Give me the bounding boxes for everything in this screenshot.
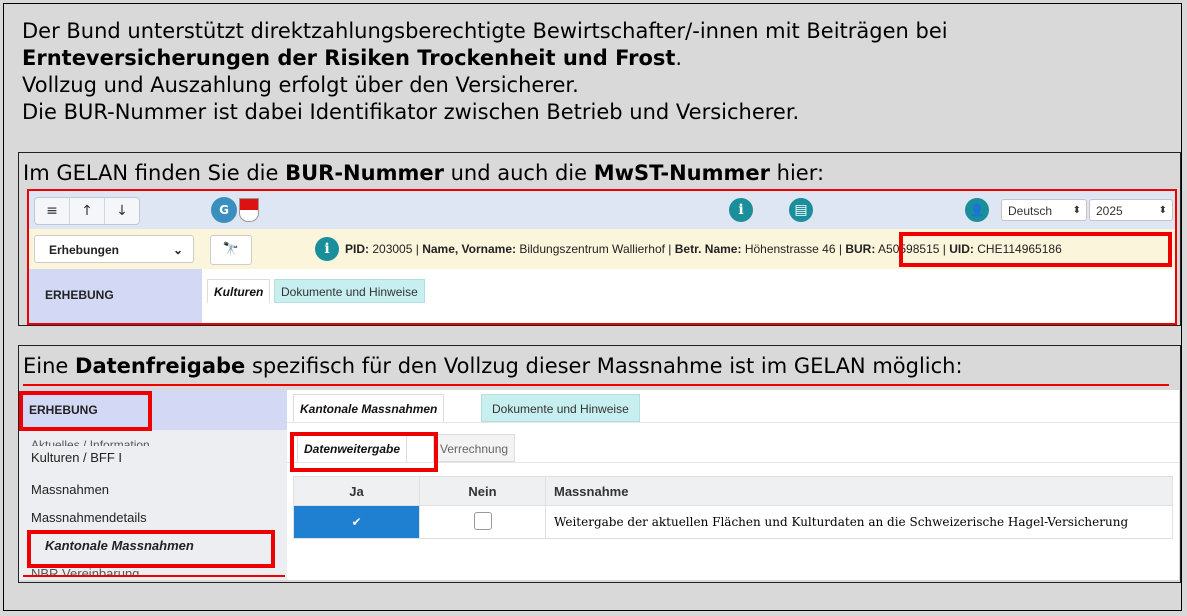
main-content: Kantonale Massnahmen Dokumente und Hinwe…: [287, 390, 1179, 580]
col-nein: Nein: [419, 476, 546, 506]
intro-text: Der Bund unterstützt direktzahlungsberec…: [22, 18, 948, 126]
tab-dokumente[interactable]: Dokumente und Hinweise: [481, 394, 640, 422]
canton-shield-icon: [239, 198, 259, 222]
gelan-screenshot-header: ≡ ↑ ↓ G i ▤ 👤 Deutsch ⬍ 2025 ⬍ Erhebungen ⌄…: [27, 191, 1177, 324]
ja-cell: ✔: [293, 505, 420, 539]
year-select[interactable]: 2025 ⬍: [1089, 199, 1173, 221]
sidebar-title: ERHEBUNG: [29, 403, 98, 417]
info-icon[interactable]: i: [315, 237, 339, 261]
section2-caption: Eine Datenfreigabe spezifisch für den Vo…: [23, 354, 963, 378]
massnahme-text: Weitergabe der aktuellen Flächen und Kul…: [545, 505, 1173, 539]
sidebar-underline: [23, 575, 285, 577]
tab-kantonale-massnahmen[interactable]: Kantonale Massnahmen: [293, 394, 445, 422]
sidebar-title: ERHEBUNG: [45, 288, 114, 302]
nav-button-group: ≡ ↑ ↓: [34, 197, 140, 225]
sidebar-header: ERHEBUNG: [27, 269, 202, 324]
gelan-screenshot-massnahmen: ERHEBUNG Aktuelles / Information Kulture…: [19, 390, 1179, 580]
document-icon[interactable]: ▤: [789, 198, 813, 222]
intro-line-4: Die BUR-Nummer ist dabei Identifikator z…: [22, 100, 800, 124]
sidebar-item-aktuelles[interactable]: Aktuelles / Information: [31, 438, 150, 446]
table-row: ✔ Weitergabe der aktuellen Flächen und K…: [293, 505, 1173, 539]
section-datenfreigabe: Eine Datenfreigabe spezifisch für den Vo…: [18, 345, 1181, 583]
gelan-logo: G: [211, 197, 237, 223]
tab-dokumente[interactable]: Dokumente und Hinweise: [274, 279, 425, 303]
sidebar: ERHEBUNG Aktuelles / Information Kulture…: [19, 390, 287, 580]
col-ja: Ja: [293, 476, 420, 506]
sidebar-item-kulturen[interactable]: Kulturen / BFF I: [31, 450, 122, 465]
tab-verrechnung[interactable]: Verrechnung: [433, 434, 516, 462]
col-massnahme: Massnahme: [545, 476, 1173, 506]
table-header-row: Ja Nein Massnahme: [293, 476, 1173, 506]
info-icon[interactable]: i: [729, 198, 753, 222]
caption-underline: [23, 384, 1169, 386]
sidebar-item-kantonale-massnahmen[interactable]: Kantonale Massnahmen: [45, 538, 194, 553]
erhebungen-dropdown[interactable]: Erhebungen ⌄: [34, 235, 194, 263]
chevron-down-icon: ⌄: [172, 243, 183, 257]
arrow-down-icon[interactable]: ↓: [105, 198, 139, 224]
sidebar-head: ERHEBUNG: [19, 390, 287, 430]
section-bur-number: Im GELAN finden Sie die BUR-Nummer und a…: [18, 152, 1181, 326]
sidebar-item-massnahmendetails[interactable]: Massnahmendetails: [31, 510, 147, 525]
binoculars-icon[interactable]: 🔭: [210, 235, 252, 265]
massnahmen-table: Ja Nein Massnahme ✔ Weitergabe der aktue…: [293, 476, 1173, 539]
select-arrows-icon: ⬍: [1072, 205, 1081, 216]
ja-checkbox-checked[interactable]: ✔: [347, 513, 366, 531]
pid-info-text: PID: 203005 | Name, Vorname: Bildungszen…: [345, 242, 1062, 256]
nein-checkbox[interactable]: [473, 511, 492, 530]
tab-datenweitergabe[interactable]: Datenweitergabe: [297, 434, 408, 462]
intro-line-1: Der Bund unterstützt direktzahlungsberec…: [22, 19, 948, 43]
subtabs-row: Datenweitergabe Verrechnung: [287, 430, 1179, 463]
user-icon[interactable]: 👤: [965, 198, 989, 222]
nein-cell: [419, 505, 546, 539]
tab-kulturen[interactable]: Kulturen: [207, 279, 271, 303]
info-bar: Erhebungen ⌄ 🔭 i PID: 203005 | Name, Vorn…: [27, 229, 1177, 269]
intro-line-2: Ernteversicherungen der Risiken Trockenh…: [22, 46, 683, 70]
intro-highlight: Ernteversicherungen der Risiken Trockenh…: [22, 46, 676, 70]
tabs-row: Kantonale Massnahmen Dokumente und Hinwe…: [287, 390, 1179, 423]
top-toolbar: ≡ ↑ ↓ G i ▤ 👤 Deutsch ⬍ 2025 ⬍: [27, 191, 1177, 229]
section1-caption: Im GELAN finden Sie die BUR-Nummer und a…: [23, 161, 825, 185]
select-arrows-icon: ⬍: [1158, 205, 1167, 216]
arrow-up-icon[interactable]: ↑: [70, 198, 105, 224]
intro-line-3: Vollzug und Auszahlung erfolgt über den …: [22, 73, 579, 97]
uid-number: CHE114965186: [977, 242, 1062, 256]
menu-icon[interactable]: ≡: [35, 198, 70, 224]
language-select[interactable]: Deutsch ⬍: [1001, 199, 1087, 221]
bur-number: A50598515: [878, 242, 940, 256]
sidebar-item-massnahmen[interactable]: Massnahmen: [31, 482, 109, 497]
